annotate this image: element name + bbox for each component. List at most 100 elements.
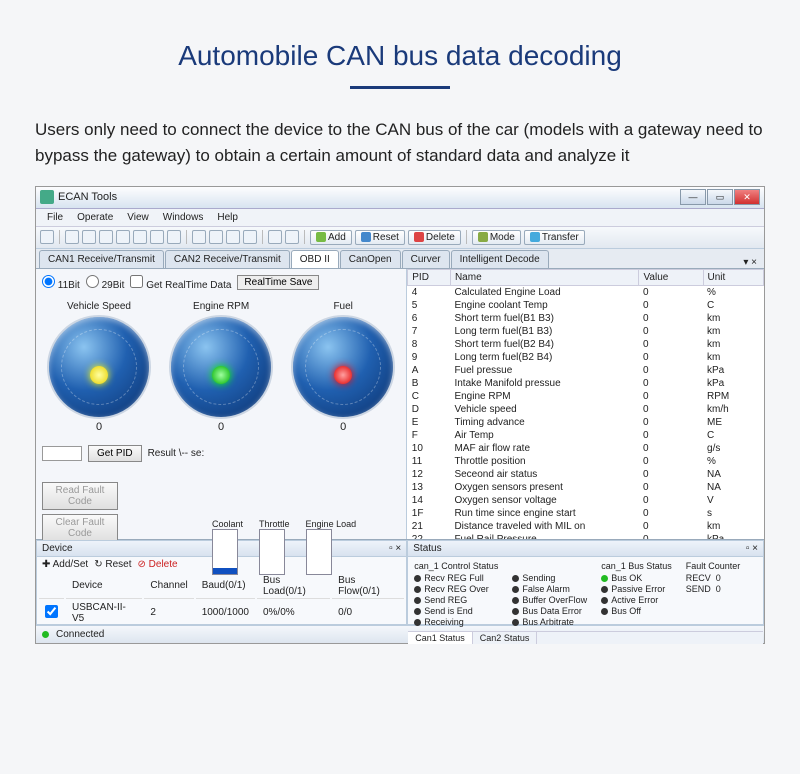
bar-coolant [212, 529, 238, 575]
toolbar-icon[interactable] [226, 230, 240, 244]
col-value[interactable]: Value [639, 269, 703, 285]
pid-row[interactable]: 7Long term fuel(B1 B3)0km [408, 325, 764, 338]
tabs-collapse[interactable]: ▾ × [739, 257, 761, 268]
pid-row[interactable]: 8Short term fuel(B2 B4)0km [408, 338, 764, 351]
subtab-can1[interactable]: Can1 Status [408, 632, 473, 644]
realtime-save-button[interactable]: RealTime Save [237, 275, 319, 290]
delete-button[interactable]: Delete [408, 230, 461, 245]
toolbar-icon[interactable] [65, 230, 79, 244]
pid-row[interactable]: 4Calculated Engine Load0% [408, 285, 764, 299]
pid-row[interactable]: ETiming advance0ME [408, 416, 764, 429]
gauge-fuel-label: Fuel [291, 301, 395, 312]
read-fault-button[interactable]: Read Fault Code [42, 482, 118, 510]
pid-row[interactable]: DVehicle speed0km/h [408, 403, 764, 416]
subtab-can2[interactable]: Can2 Status [473, 632, 538, 644]
check-realtime[interactable]: Get RealTime Data [130, 275, 231, 291]
pid-table-panel: PID Name Value Unit 4Calculated Engine L… [407, 269, 764, 539]
status-panel-title: Status [413, 543, 441, 554]
pid-row[interactable]: 12Seceond air status0NA [408, 468, 764, 481]
tab-obd[interactable]: OBD II [291, 250, 339, 268]
gauge-fuel-value: 0 [291, 421, 395, 433]
pid-row[interactable]: 21Distance traveled with MIL on0km [408, 520, 764, 533]
pid-row[interactable]: CEngine RPM0RPM [408, 390, 764, 403]
window-title: ECAN Tools [58, 191, 680, 203]
toolbar: Add Reset Delete Mode Transfer [36, 227, 764, 249]
pid-row[interactable]: 11Throttle position0% [408, 455, 764, 468]
add-button[interactable]: Add [310, 230, 352, 245]
toolbar-icon[interactable] [133, 230, 147, 244]
col-busload: Bus Load(0/1) [257, 574, 330, 599]
col-baud: Baud(0/1) [196, 574, 255, 599]
gauge-rpm [169, 315, 273, 419]
tab-intelligent[interactable]: Intelligent Decode [451, 250, 549, 268]
tab-canopen[interactable]: CanOpen [340, 250, 401, 268]
mode-button[interactable]: Mode [472, 230, 521, 245]
menu-file[interactable]: File [40, 212, 70, 223]
status-panel-close[interactable]: ▫ × [746, 543, 758, 554]
menu-windows[interactable]: Windows [156, 212, 211, 223]
clear-fault-button[interactable]: Clear Fault Code [42, 514, 118, 542]
menu-operate[interactable]: Operate [70, 212, 120, 223]
toolbar-icon[interactable] [99, 230, 113, 244]
col-name[interactable]: Name [450, 269, 639, 285]
toolbar-icon[interactable] [243, 230, 257, 244]
title-underline [350, 86, 450, 89]
device-delete[interactable]: ⊘ Delete [138, 559, 178, 570]
pid-input[interactable] [42, 446, 82, 461]
tab-can1[interactable]: CAN1 Receive/Transmit [39, 250, 164, 268]
col-unit[interactable]: Unit [703, 269, 763, 285]
device-reset[interactable]: ↻ Reset [94, 559, 131, 570]
col-pid[interactable]: PID [408, 269, 451, 285]
pid-row[interactable]: 13Oxygen sensors present0NA [408, 481, 764, 494]
gauge-speed-value: 0 [47, 421, 151, 433]
pid-row[interactable]: 1FRun time since engine start0s [408, 507, 764, 520]
device-check[interactable] [45, 605, 58, 618]
status-panel: Status▫ × can_1 Control Status Recv REG … [407, 540, 764, 625]
pid-row[interactable]: 9Long term fuel(B2 B4)0km [408, 351, 764, 364]
toolbar-icon[interactable] [285, 230, 299, 244]
fault-counter-hdr: Fault Counter [686, 561, 741, 571]
pid-row[interactable]: 10MAF air flow rate0g/s [408, 442, 764, 455]
maximize-button[interactable]: ▭ [707, 189, 733, 205]
reset-button[interactable]: Reset [355, 230, 405, 245]
pid-row[interactable]: AFuel pressue0kPa [408, 364, 764, 377]
toolbar-icon[interactable] [82, 230, 96, 244]
tab-strip: CAN1 Receive/Transmit CAN2 Receive/Trans… [36, 249, 764, 269]
tab-curver[interactable]: Curver [402, 250, 450, 268]
app-icon [40, 190, 54, 204]
toolbar-icon[interactable] [167, 230, 181, 244]
pid-row[interactable]: 22Fuel Rail Pressure0kPa [408, 533, 764, 539]
tab-can2[interactable]: CAN2 Receive/Transmit [165, 250, 290, 268]
pid-row[interactable]: 14Oxygen sensor voltage0V [408, 494, 764, 507]
device-addset[interactable]: ✚ Add/Set [42, 559, 88, 570]
pid-row[interactable]: BIntake Manifold pressue0kPa [408, 377, 764, 390]
pid-result-label: Result \-- se: [148, 448, 205, 459]
device-panel-close[interactable]: ▫ × [389, 543, 401, 554]
col-device: Device [66, 574, 142, 599]
toolbar-icon[interactable] [150, 230, 164, 244]
menu-help[interactable]: Help [210, 212, 245, 223]
get-pid-button[interactable]: Get PID [88, 445, 142, 462]
bar-throttle [259, 529, 285, 575]
gauge-rpm-value: 0 [169, 421, 273, 433]
device-row[interactable]: USBCAN-II-V5 2 1000/1000 0%/0% 0/0 [39, 601, 404, 625]
pid-row[interactable]: 6Short term fuel(B1 B3)0km [408, 312, 764, 325]
toolbar-icon[interactable] [116, 230, 130, 244]
bar-throttle-label: Throttle [259, 519, 290, 529]
toolbar-icon[interactable] [192, 230, 206, 244]
close-button[interactable]: ✕ [734, 189, 760, 205]
transfer-button[interactable]: Transfer [524, 230, 585, 245]
toolbar-icon[interactable] [209, 230, 223, 244]
device-table: Device Channel Baud(0/1) Bus Load(0/1) B… [37, 572, 406, 627]
titlebar: ECAN Tools — ▭ ✕ [36, 187, 764, 209]
obd-left-panel: 11Bit 29Bit Get RealTime Data RealTime S… [36, 269, 407, 539]
menu-view[interactable]: View [120, 212, 156, 223]
radio-11bit[interactable]: 11Bit [42, 275, 80, 291]
minimize-button[interactable]: — [680, 189, 706, 205]
toolbar-icon[interactable] [40, 230, 54, 244]
app-window: ECAN Tools — ▭ ✕ File Operate View Windo… [35, 186, 765, 644]
toolbar-icon[interactable] [268, 230, 282, 244]
pid-row[interactable]: 5Engine coolant Temp0C [408, 299, 764, 312]
radio-29bit[interactable]: 29Bit [86, 275, 125, 291]
pid-row[interactable]: FAir Temp0C [408, 429, 764, 442]
